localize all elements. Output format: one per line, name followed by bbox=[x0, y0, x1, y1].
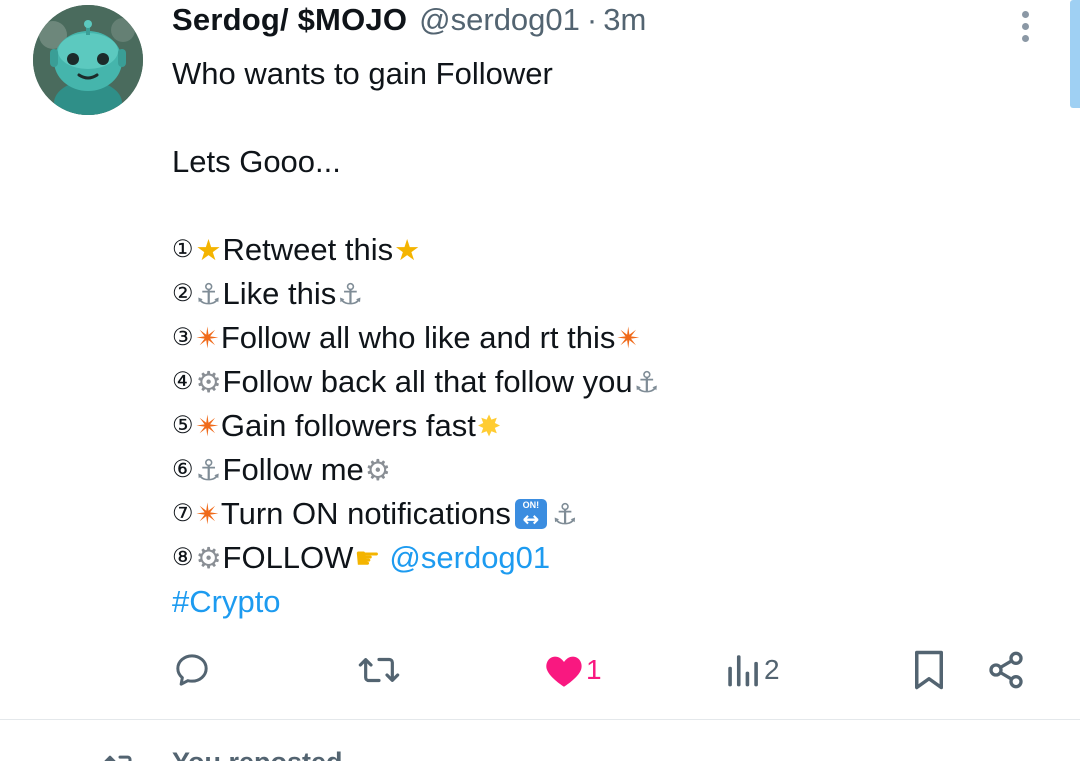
star-icon: ★ bbox=[195, 233, 222, 267]
item-text: FOLLOW bbox=[222, 540, 354, 575]
retweet-button[interactable] bbox=[357, 648, 401, 692]
more-dot-icon bbox=[1021, 22, 1029, 30]
list-item: ⑧ ⚙ FOLLOW ☛ @serdog01 bbox=[172, 536, 1032, 580]
scrollbar[interactable] bbox=[1070, 0, 1080, 108]
item-text: Gain followers fast bbox=[220, 408, 476, 443]
repost-context-label: You reposted bbox=[172, 747, 343, 761]
eight-pointed-star-icon: ✴ bbox=[195, 409, 220, 443]
heart-icon bbox=[546, 656, 582, 687]
retweet-icon bbox=[358, 657, 400, 683]
reply-button[interactable] bbox=[172, 648, 212, 692]
bookmark-icon bbox=[915, 650, 943, 690]
more-options-button[interactable] bbox=[1010, 6, 1040, 46]
on-arrow-icon: ON! bbox=[514, 497, 547, 541]
author-handle[interactable]: @serdog01 bbox=[419, 2, 580, 38]
next-tweet-context: You reposted bbox=[0, 730, 1080, 761]
robot-avatar-icon bbox=[33, 5, 143, 115]
glowing-star-icon: ✸ bbox=[476, 409, 502, 443]
author-display-name[interactable]: Serdog/ $MOJO bbox=[172, 2, 407, 38]
tweet-header: Serdog/ $MOJO @serdog01 · 3m bbox=[172, 2, 646, 44]
item-number: ② bbox=[172, 280, 194, 307]
list-item: ⑦ ✴ Turn ON notifications ON! ⚓ bbox=[172, 492, 1032, 541]
star-icon: ★ bbox=[394, 233, 421, 267]
list-item: ⑤ ✴ Gain followers fast ✸ bbox=[172, 404, 1032, 448]
like-count: 1 bbox=[586, 654, 602, 685]
anchor-icon: ⚓ bbox=[551, 497, 578, 531]
item-text: Follow back all that follow you bbox=[222, 364, 633, 399]
views-count: 2 bbox=[764, 654, 780, 685]
author-avatar[interactable] bbox=[33, 5, 143, 115]
list-item: ③ ✴ Follow all who like and rt this ✴ bbox=[172, 316, 1032, 360]
list-item: ① ★ Retweet this ★ bbox=[172, 228, 1032, 272]
tweet-text: Who wants to gain Follower Lets Gooo... … bbox=[172, 52, 1032, 624]
hashtag-line: #Crypto bbox=[172, 580, 1032, 624]
list-item: ② ⚓ Like this ⚓ bbox=[172, 272, 1032, 316]
item-number: ⑦ bbox=[172, 500, 194, 527]
eight-pointed-star-icon: ✴ bbox=[195, 497, 220, 531]
tweet-timestamp[interactable]: 3m bbox=[603, 2, 646, 38]
repost-indicator-icon bbox=[104, 755, 132, 761]
more-dot-icon bbox=[1021, 34, 1029, 42]
share-icon bbox=[989, 651, 1023, 689]
tweet-line-2: Lets Gooo... bbox=[172, 144, 341, 179]
like-button[interactable]: 1 bbox=[544, 648, 602, 692]
more-dot-icon bbox=[1021, 10, 1029, 18]
tweet-line-1: Who wants to gain Follower bbox=[172, 56, 553, 91]
pointing-hand-icon: ☛ bbox=[354, 541, 381, 575]
item-number: ③ bbox=[172, 324, 194, 351]
views-button[interactable]: 2 bbox=[726, 648, 780, 692]
anchor-icon: ⚓ bbox=[195, 277, 222, 311]
item-text: Turn ON notifications bbox=[220, 496, 511, 531]
item-text: Follow all who like and rt this bbox=[220, 320, 616, 355]
anchor-icon: ⚓ bbox=[337, 277, 364, 311]
list-item: ⑥ ⚓ Follow me ⚙ bbox=[172, 448, 1032, 492]
bookmark-button[interactable] bbox=[912, 648, 946, 692]
hashtag-link[interactable]: #Crypto bbox=[172, 580, 281, 624]
item-text: Follow me bbox=[222, 452, 364, 487]
anchor-icon: ⚓ bbox=[633, 365, 660, 399]
eight-pointed-star-icon: ✴ bbox=[616, 321, 641, 355]
reply-icon bbox=[176, 654, 208, 686]
gear-icon: ⚙ bbox=[195, 541, 222, 575]
header-separator: · bbox=[586, 2, 598, 37]
item-number: ⑤ bbox=[172, 412, 194, 439]
anchor-icon: ⚓ bbox=[195, 453, 222, 487]
gear-icon: ⚙ bbox=[364, 453, 391, 487]
tweet-divider bbox=[0, 719, 1080, 720]
tweet-action-bar: 1 2 bbox=[0, 640, 1080, 702]
eight-pointed-star-icon: ✴ bbox=[195, 321, 220, 355]
views-icon bbox=[728, 655, 758, 687]
mention-link[interactable]: @serdog01 bbox=[389, 536, 550, 580]
item-number: ④ bbox=[172, 368, 194, 395]
list-item: ④ ⚙ Follow back all that follow you ⚓ bbox=[172, 360, 1032, 404]
item-text: Like this bbox=[222, 276, 337, 311]
item-number: ① bbox=[172, 236, 194, 263]
item-number: ⑥ bbox=[172, 456, 194, 483]
tweet-page: Serdog/ $MOJO @serdog01 · 3m Who wants t… bbox=[0, 0, 1080, 761]
item-text: Retweet this bbox=[222, 232, 394, 267]
gear-icon: ⚙ bbox=[195, 365, 222, 399]
item-number: ⑧ bbox=[172, 544, 194, 571]
share-button[interactable] bbox=[986, 648, 1026, 692]
